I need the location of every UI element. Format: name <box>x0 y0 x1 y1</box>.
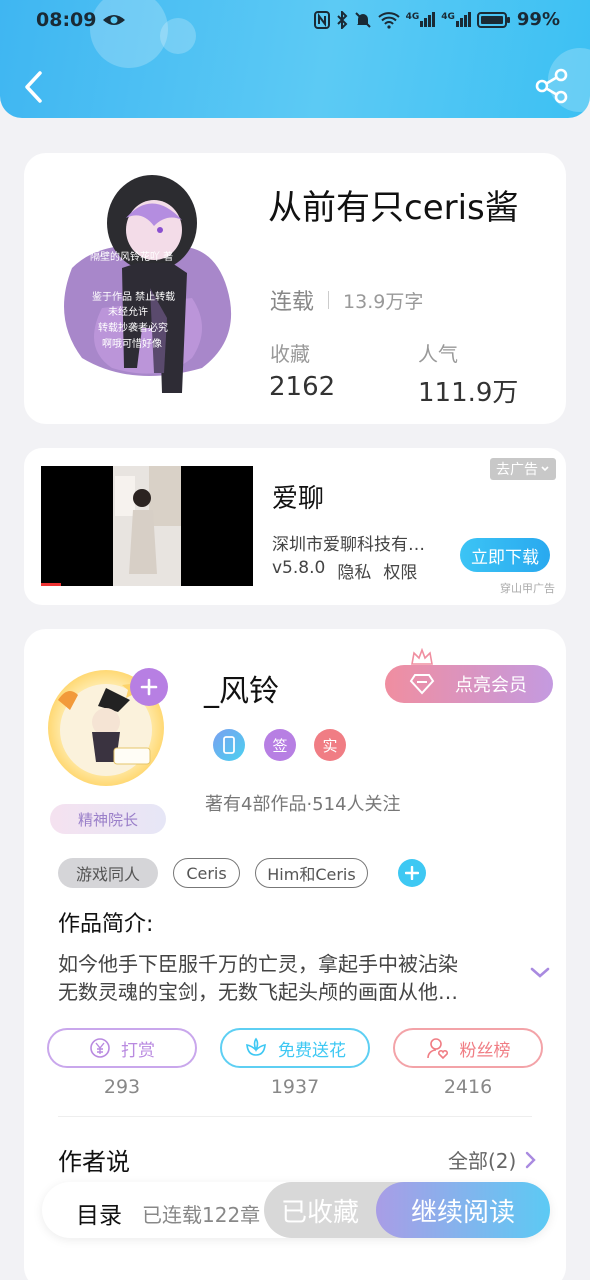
follow-author-button[interactable] <box>130 668 168 706</box>
cover-caption: 隔壁的风铃花吖 著 <box>90 250 173 263</box>
plus-icon <box>140 678 158 696</box>
fan-ranking-count: 2416 <box>443 1076 493 1098</box>
remove-ad-label: 去广告 <box>496 462 538 478</box>
real-name-badge: 实 <box>314 729 346 761</box>
signal-icon: 4G <box>406 12 436 27</box>
phone-verified-badge <box>213 729 245 761</box>
intro-line: 无数灵魂的宝剑，无数飞起头颅的画面从他… <box>58 980 458 1004</box>
author-works-info: 著有4部作品·514人关注 <box>205 794 401 815</box>
intro-line: 如今他手下臣服千万的亡灵，拿起手中被沾染 <box>58 952 458 976</box>
section-divider <box>58 1116 532 1117</box>
add-tag-button[interactable] <box>398 859 426 887</box>
clock: 08:09 <box>36 9 97 31</box>
word-count: 13.9万字 <box>343 290 424 313</box>
nfc-icon <box>313 10 330 29</box>
book-cover[interactable]: 隔壁的风铃花吖 著 鉴于作品 禁止转载 未经允许 转载抄袭者必究 啊哦可惜好像 <box>42 168 242 404</box>
book-status-row: 连载 13.9万字 <box>270 284 423 316</box>
cover-illustration: 隔壁的风铃花吖 著 鉴于作品 禁止转载 未经允许 转载抄袭者必究 啊哦可惜好像 <box>64 175 232 393</box>
fan-ranking-label: 粉丝榜 <box>459 1040 511 1061</box>
phone-icon <box>223 736 235 754</box>
signal-icon: 4G <box>441 12 471 27</box>
tag-him-and-ceris[interactable]: Him和Ceris <box>255 858 368 888</box>
popularity-label: 人气 <box>418 342 458 366</box>
tag-game-fanfic[interactable]: 游戏同人 <box>58 858 158 888</box>
chevron-right-icon <box>526 1151 537 1168</box>
divider <box>328 291 330 309</box>
ad-meta: v5.8.0 隐私 权限 <box>272 558 417 583</box>
bluetooth-icon <box>336 10 348 29</box>
popularity-count: 111.9万 <box>418 378 519 408</box>
favorites-label: 收藏 <box>270 342 310 366</box>
eye-icon <box>103 15 126 25</box>
ad-version: v5.8.0 <box>272 558 326 578</box>
battery-icon <box>476 11 510 28</box>
intro-text[interactable]: 如今他手下臣服千万的亡灵，拿起手中被沾染 无数灵魂的宝剑，无数飞起头颅的画面从他… <box>58 950 498 1006</box>
ad-app-name: 爱聊 <box>272 484 325 514</box>
send-flower-label: 免费送花 <box>278 1040 346 1061</box>
activate-vip-button[interactable]: 点亮会员 <box>385 665 553 703</box>
serial-status: 连载 <box>270 290 315 315</box>
cover-caption: 啊哦可惜好像 <box>102 337 162 350</box>
author-says-heading: 作者说 <box>58 1148 130 1176</box>
author-says-all-label: 全部(2) <box>448 1149 517 1173</box>
fan-ranking-button[interactable]: 粉丝榜 <box>393 1028 543 1068</box>
favorites-count: 2162 <box>269 372 336 402</box>
user-heart-icon <box>426 1038 448 1060</box>
ad-download-button[interactable]: 立即下载 <box>460 538 550 572</box>
plus-icon <box>405 866 419 880</box>
tip-label: 打赏 <box>121 1040 155 1061</box>
mute-bell-icon <box>354 11 371 28</box>
network-type: 4G <box>441 12 455 22</box>
status-bar: 08:09 4G 4G 99% <box>0 0 590 42</box>
author-says-all-link[interactable]: 全部(2) <box>448 1145 537 1174</box>
flower-icon <box>246 1037 266 1056</box>
signed-author-badge: 签 <box>264 729 296 761</box>
flower-count: 1937 <box>270 1076 320 1098</box>
diamond-icon <box>409 674 435 695</box>
cover-caption: 鉴于作品 禁止转载 <box>92 290 175 303</box>
ad-privacy-link[interactable]: 隐私 <box>337 558 371 583</box>
cover-caption: 转载抄袭者必究 <box>98 321 168 334</box>
favorited-label: 已收藏 <box>280 1197 359 1228</box>
ad-video[interactable] <box>41 466 253 586</box>
cover-caption: 未经允许 <box>108 305 148 318</box>
ad-company: 深圳市爱聊科技有… <box>272 535 425 555</box>
table-of-contents-button[interactable]: 目录 <box>76 1196 122 1230</box>
wifi-icon <box>377 11 400 29</box>
author-title-badge: 精神院长 <box>50 804 166 834</box>
ad-video-frame <box>41 466 181 586</box>
expand-chevron-icon[interactable] <box>528 960 552 984</box>
chevron-down-icon <box>541 466 549 472</box>
back-button[interactable] <box>18 68 50 106</box>
tip-count: 293 <box>103 1076 141 1098</box>
tag-ceris[interactable]: Ceris <box>173 858 240 888</box>
share-button[interactable] <box>532 66 572 106</box>
network-type: 4G <box>405 12 420 22</box>
yen-coin-icon <box>90 1038 110 1058</box>
battery-level: 99% <box>516 9 560 30</box>
continue-reading-button[interactable]: 继续阅读 <box>376 1182 550 1238</box>
book-title: 从前有只ceris酱 <box>268 188 519 228</box>
author-name[interactable]: _风铃 <box>204 666 279 710</box>
ad-source: 穿山甲广告 <box>500 582 555 595</box>
vip-label: 点亮会员 <box>455 675 527 696</box>
chapter-count: 已连载122章 <box>142 1203 261 1227</box>
remove-ad-button[interactable]: 去广告 <box>490 458 556 480</box>
tip-button[interactable]: 打赏 <box>47 1028 197 1068</box>
crown-icon <box>411 648 433 665</box>
ad-permissions-link[interactable]: 权限 <box>383 558 417 583</box>
intro-heading: 作品简介: <box>58 912 154 937</box>
send-flower-button[interactable]: 免费送花 <box>220 1028 370 1068</box>
